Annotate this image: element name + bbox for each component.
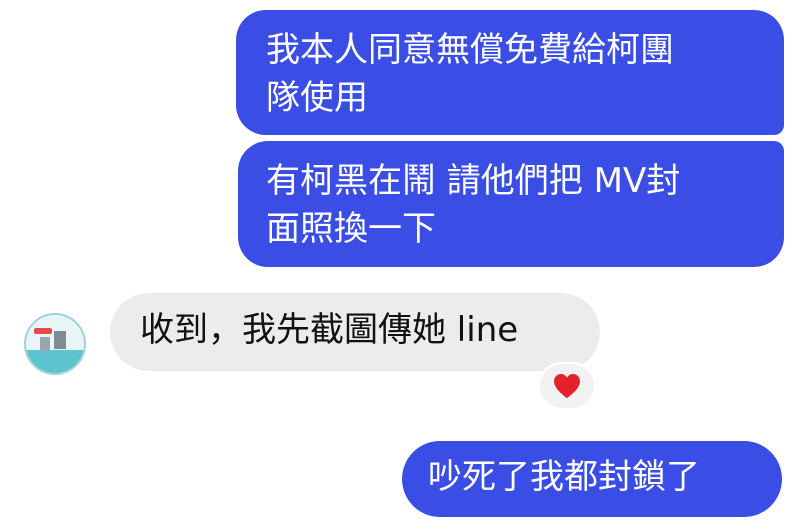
avatar[interactable] bbox=[24, 313, 86, 375]
message-reaction[interactable] bbox=[538, 362, 596, 410]
message-text: 有柯黑在鬧 請他們把 MV封 面照換一下 bbox=[266, 161, 681, 249]
avatar-building bbox=[40, 337, 50, 351]
message-text: 收到，我先截圖傳她 line bbox=[140, 310, 519, 350]
outgoing-message-bubble[interactable]: 我本人同意無償免費給柯團 隊使用 bbox=[236, 10, 784, 135]
message-text: 吵死了我都封鎖了 bbox=[428, 457, 700, 497]
outgoing-message-bubble[interactable]: 有柯黑在鬧 請他們把 MV封 面照換一下 bbox=[238, 141, 784, 267]
avatar-logo-mark bbox=[34, 328, 52, 334]
heart-icon bbox=[554, 374, 580, 398]
message-text: 我本人同意無償免費給柯團 隊使用 bbox=[266, 30, 674, 118]
outgoing-message-bubble[interactable]: 吵死了我都封鎖了 bbox=[402, 441, 782, 517]
avatar-sea bbox=[26, 349, 84, 373]
avatar-building bbox=[54, 331, 66, 349]
incoming-message-bubble[interactable]: 收到，我先截圖傳她 line bbox=[110, 293, 600, 371]
